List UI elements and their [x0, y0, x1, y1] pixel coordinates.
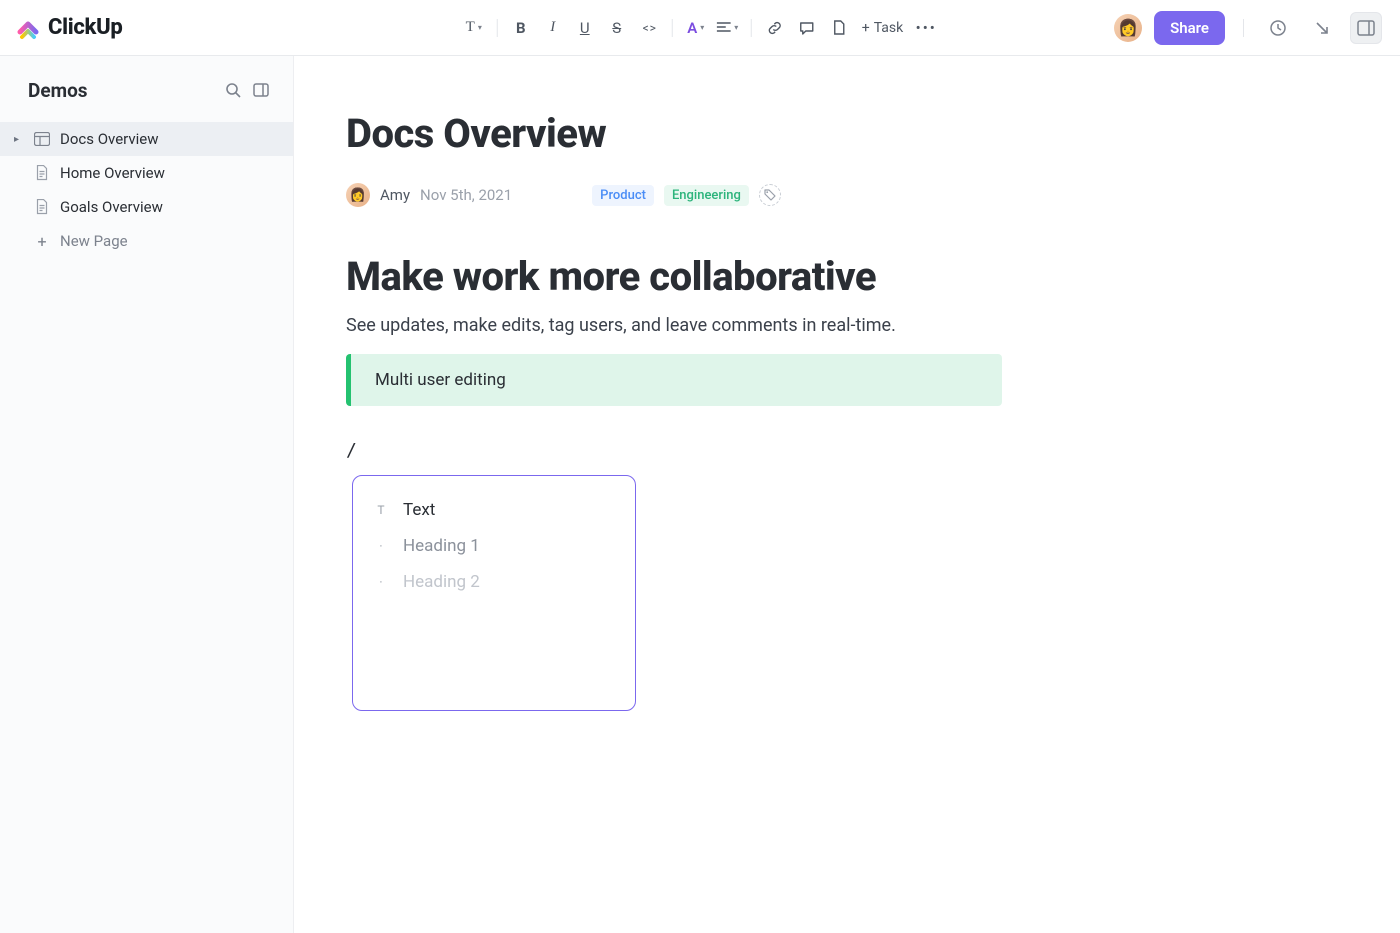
align-dropdown[interactable]: ▾	[713, 13, 743, 43]
link-icon	[767, 20, 783, 36]
callout-block[interactable]: Multi user editing	[346, 354, 1002, 406]
panel-toggle-button[interactable]	[1350, 12, 1382, 44]
sidebar-item-label: Goals Overview	[60, 198, 163, 216]
text-icon: T	[373, 503, 389, 517]
sidebar-item-home-overview[interactable]: ▸ Home Overview	[0, 156, 293, 190]
slash-menu-item-label: Text	[403, 500, 435, 520]
separator	[751, 19, 752, 37]
link-button[interactable]	[760, 13, 790, 43]
document-icon	[34, 165, 50, 181]
page-title[interactable]: Docs Overview	[346, 110, 1340, 157]
topbar: ClickUp T▾ B I U S < > A▾ ▾	[0, 0, 1400, 56]
clickup-logo-icon	[16, 16, 40, 40]
strikethrough-button[interactable]: S	[602, 13, 632, 43]
sidebar-item-label: Docs Overview	[60, 130, 159, 148]
share-button[interactable]: Share	[1154, 11, 1225, 45]
tag-icon	[764, 189, 776, 201]
page-date: Nov 5th, 2021	[420, 186, 512, 204]
sidebar-item-label: New Page	[60, 232, 128, 250]
user-avatar[interactable]: 👩	[1114, 14, 1142, 42]
tag-product[interactable]: Product	[592, 185, 654, 206]
sidebar-icon	[1357, 20, 1375, 36]
workspace-title: Demos	[28, 79, 219, 102]
content-paragraph[interactable]: See updates, make edits, tag users, and …	[346, 315, 1340, 336]
author-avatar[interactable]: 👩	[346, 183, 370, 207]
sidebar-item-label: Home Overview	[60, 164, 165, 182]
plus-icon: +	[862, 20, 870, 36]
separator	[672, 19, 673, 37]
heading-icon: ·	[373, 539, 389, 553]
italic-button[interactable]: I	[538, 13, 568, 43]
slash-menu-item-label: Heading 1	[403, 536, 480, 556]
add-tag-button[interactable]	[759, 184, 781, 206]
topbar-right: 👩 Share	[1114, 11, 1382, 45]
code-button[interactable]: < >	[634, 13, 664, 43]
text-style-dropdown[interactable]: T▾	[459, 13, 489, 43]
align-left-icon	[717, 22, 731, 34]
underline-button[interactable]: U	[570, 13, 600, 43]
comment-icon	[799, 20, 815, 36]
callout-text: Multi user editing	[375, 370, 506, 390]
ellipsis-icon: •••	[916, 19, 937, 37]
separator	[497, 19, 498, 37]
task-label: Task	[874, 20, 904, 36]
document-canvas[interactable]: Docs Overview 👩 Amy Nov 5th, 2021 Produc…	[294, 56, 1400, 933]
layout-icon	[34, 131, 50, 147]
main-layout: Demos ▸ Docs Overview ▸	[0, 56, 1400, 933]
sidebar-item-docs-overview[interactable]: ▸ Docs Overview	[0, 122, 293, 156]
sidebar-page-list: ▸ Docs Overview ▸ Home Overview ▸ Goals …	[0, 122, 293, 258]
sidebar-header: Demos	[0, 76, 293, 104]
add-task-button[interactable]: + Task	[856, 14, 909, 42]
brand-logo[interactable]: ClickUp	[16, 15, 123, 40]
slash-command-menu: T Text · Heading 1 · Heading 2	[352, 475, 636, 711]
comment-button[interactable]	[792, 13, 822, 43]
slash-menu-item-heading2[interactable]: · Heading 2	[367, 564, 621, 600]
content-heading[interactable]: Make work more collaborative	[346, 253, 1340, 301]
bold-button[interactable]: B	[506, 13, 536, 43]
slash-menu-item-text[interactable]: T Text	[367, 492, 621, 528]
download-icon	[1313, 19, 1331, 37]
sidebar-collapse-button[interactable]	[247, 76, 275, 104]
slash-menu-item-heading1[interactable]: · Heading 1	[367, 528, 621, 564]
separator	[1243, 19, 1244, 37]
font-color-dropdown[interactable]: A▾	[681, 13, 711, 43]
sidebar-search-button[interactable]	[219, 76, 247, 104]
sidebar-new-page-button[interactable]: + New Page	[0, 224, 293, 258]
slash-command-trigger[interactable]: /	[346, 440, 1340, 461]
download-button[interactable]	[1306, 12, 1338, 44]
tag-engineering[interactable]: Engineering	[664, 185, 749, 206]
heading-icon: ·	[373, 575, 389, 589]
document-icon	[34, 199, 50, 215]
clock-icon	[1269, 19, 1287, 37]
editor-toolbar: T▾ B I U S < > A▾ ▾	[459, 0, 941, 55]
brand-name: ClickUp	[48, 15, 123, 40]
author-name: Amy	[380, 186, 410, 204]
search-icon	[225, 82, 241, 98]
sidebar: Demos ▸ Docs Overview ▸	[0, 56, 294, 933]
plus-icon: +	[34, 233, 50, 249]
page-icon	[832, 20, 846, 36]
history-button[interactable]	[1262, 12, 1294, 44]
collapse-icon	[253, 82, 269, 98]
chevron-right-icon: ▸	[14, 134, 24, 145]
page-meta: 👩 Amy Nov 5th, 2021 Product Engineering	[346, 183, 1340, 207]
slash-menu-item-label: Heading 2	[403, 572, 480, 592]
page-settings-button[interactable]	[824, 13, 854, 43]
sidebar-item-goals-overview[interactable]: ▸ Goals Overview	[0, 190, 293, 224]
more-options-button[interactable]: •••	[911, 13, 941, 43]
